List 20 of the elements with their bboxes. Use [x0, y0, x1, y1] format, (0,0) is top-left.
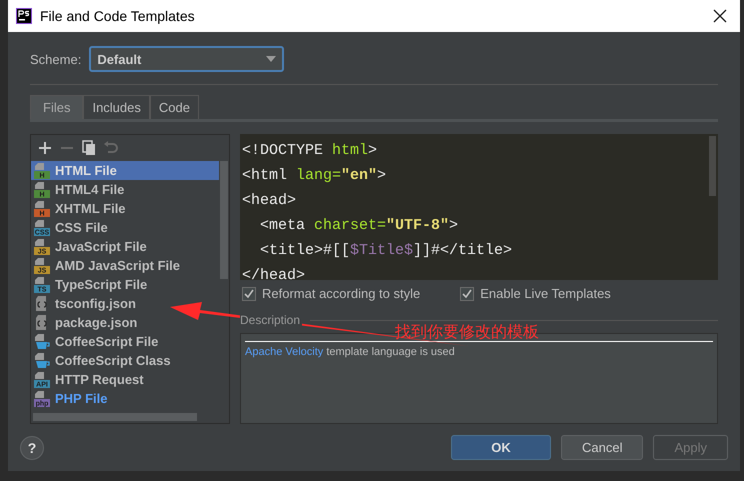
dialog-button[interactable]: OK — [451, 435, 551, 460]
description-text: Apache Velocity template language is used — [245, 346, 456, 358]
code-editor[interactable]: <!DOCTYPE html> <html lang="en"> <head> <meta charset="UTF-8"> <title>#[[$Title$]]#</title> </head> — [240, 134, 718, 280]
help-button[interactable]: ? — [20, 436, 44, 460]
tab[interactable]: Includes — [83, 95, 150, 119]
tab[interactable]: Code — [150, 95, 199, 119]
template-item[interactable]: package.json — [31, 313, 219, 332]
tab[interactable]: Files — [30, 95, 84, 119]
window-title: File and Code Templates — [40, 8, 196, 24]
description-label: Description — [240, 313, 302, 327]
dialog-button[interactable]: Cancel — [561, 435, 644, 460]
template-item[interactable]: tsconfig.json — [31, 294, 219, 313]
template-item[interactable]: CoffeeScript File — [31, 332, 219, 351]
option-checkbox[interactable]: Enable Live Templates — [460, 286, 611, 301]
annotation-text: 找到你要修改的模板 — [395, 322, 539, 343]
template-item[interactable]: CoffeeScript Class — [31, 351, 219, 370]
scheme-label: Scheme: — [30, 52, 82, 66]
scheme-dropdown[interactable]: Default — [89, 46, 284, 72]
velocity-link[interactable]: Apache Velocity — [245, 346, 324, 358]
option-checkbox[interactable]: Reformat according to style — [242, 286, 420, 301]
